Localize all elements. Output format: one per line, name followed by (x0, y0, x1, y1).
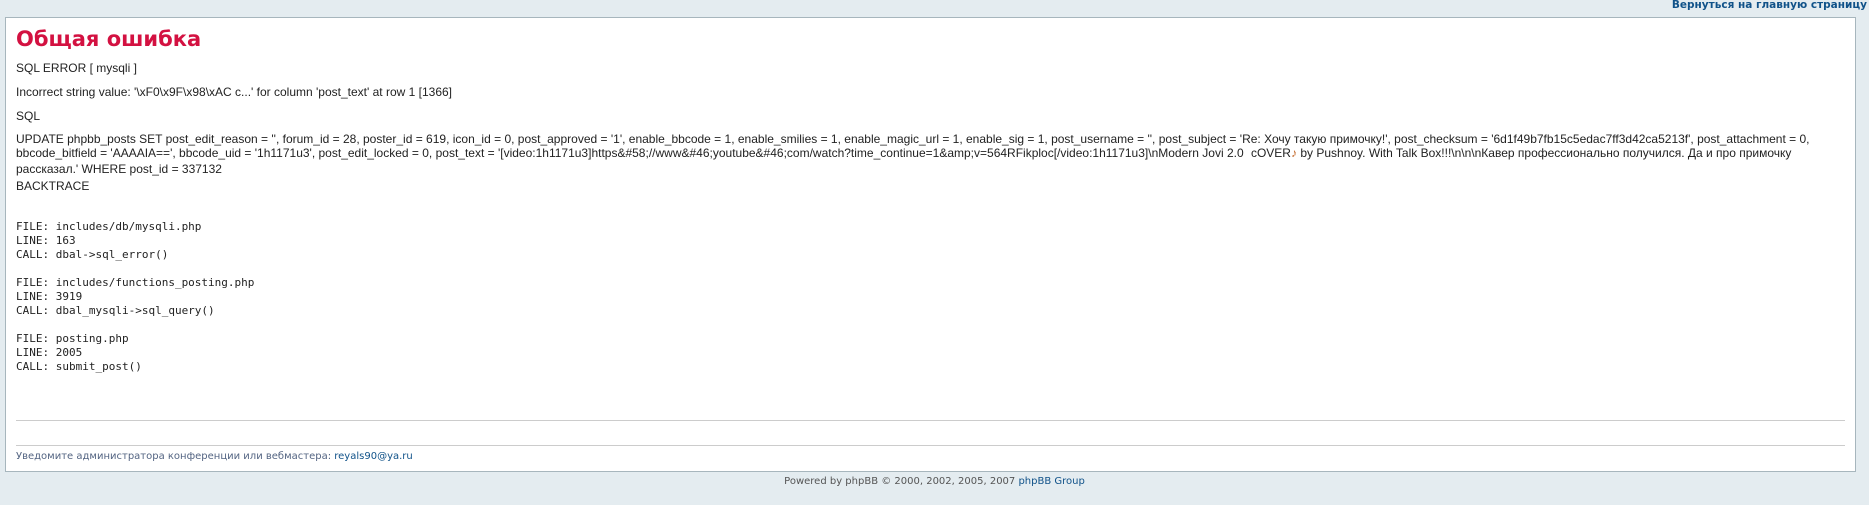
page-title: Общая ошибка (16, 27, 202, 51)
backtrace-label: BACKTRACE (16, 179, 90, 193)
error-panel: Общая ошибка SQL ERROR [ mysqli ] Incorr… (5, 17, 1856, 472)
sql-query-part2: cOVER (1250, 146, 1291, 160)
backtrace-call: CALL: dbal->sql_error() (16, 248, 169, 261)
backtrace: FILE: includes/db/mysqli.php LINE: 163 C… (16, 220, 254, 388)
guitar-emoji-icon: ♪ (1290, 146, 1297, 160)
phpbb-group-link[interactable]: phpBB Group (1018, 476, 1084, 487)
notify-text: Уведомите администратора конференции или… (16, 451, 335, 462)
backtrace-call: CALL: submit_post() (16, 360, 142, 373)
backtrace-line: LINE: 163 (16, 234, 76, 247)
admin-email-link[interactable]: reyals90@ya.ru (334, 451, 412, 462)
return-home-link[interactable]: Вернуться на главную страницу (1672, 0, 1867, 11)
backtrace-frame: FILE: includes/db/mysqli.php LINE: 163 C… (16, 220, 254, 262)
backtrace-file: FILE: includes/functions_posting.php (16, 276, 255, 289)
sql-error-label: SQL ERROR [ mysqli ] (16, 61, 137, 75)
sql-label: SQL (16, 109, 41, 123)
error-message: Incorrect string value: '\xF0\x9F\x98\xA… (16, 85, 453, 99)
backtrace-frame: FILE: posting.php LINE: 2005 CALL: submi… (16, 332, 254, 374)
backtrace-file: FILE: posting.php (16, 332, 129, 345)
footer: Powered by phpBB © 2000, 2002, 2005, 200… (0, 476, 1869, 487)
backtrace-file: FILE: includes/db/mysqli.php (16, 220, 202, 233)
divider (16, 445, 1845, 446)
backtrace-frame: FILE: includes/functions_posting.php LIN… (16, 276, 254, 318)
divider (16, 420, 1845, 421)
backtrace-call: CALL: dbal_mysqli->sql_query() (16, 304, 215, 317)
sql-query: UPDATE phpbb_posts SET post_edit_reason … (16, 132, 1846, 176)
top-bar: Вернуться на главную страницу (0, 0, 1869, 17)
backtrace-line: LINE: 3919 (16, 290, 83, 303)
backtrace-line: LINE: 2005 (16, 346, 83, 359)
footer-text: Powered by phpBB © 2000, 2002, 2005, 200… (784, 476, 1019, 487)
notify-admin: Уведомите администратора конференции или… (16, 451, 413, 462)
